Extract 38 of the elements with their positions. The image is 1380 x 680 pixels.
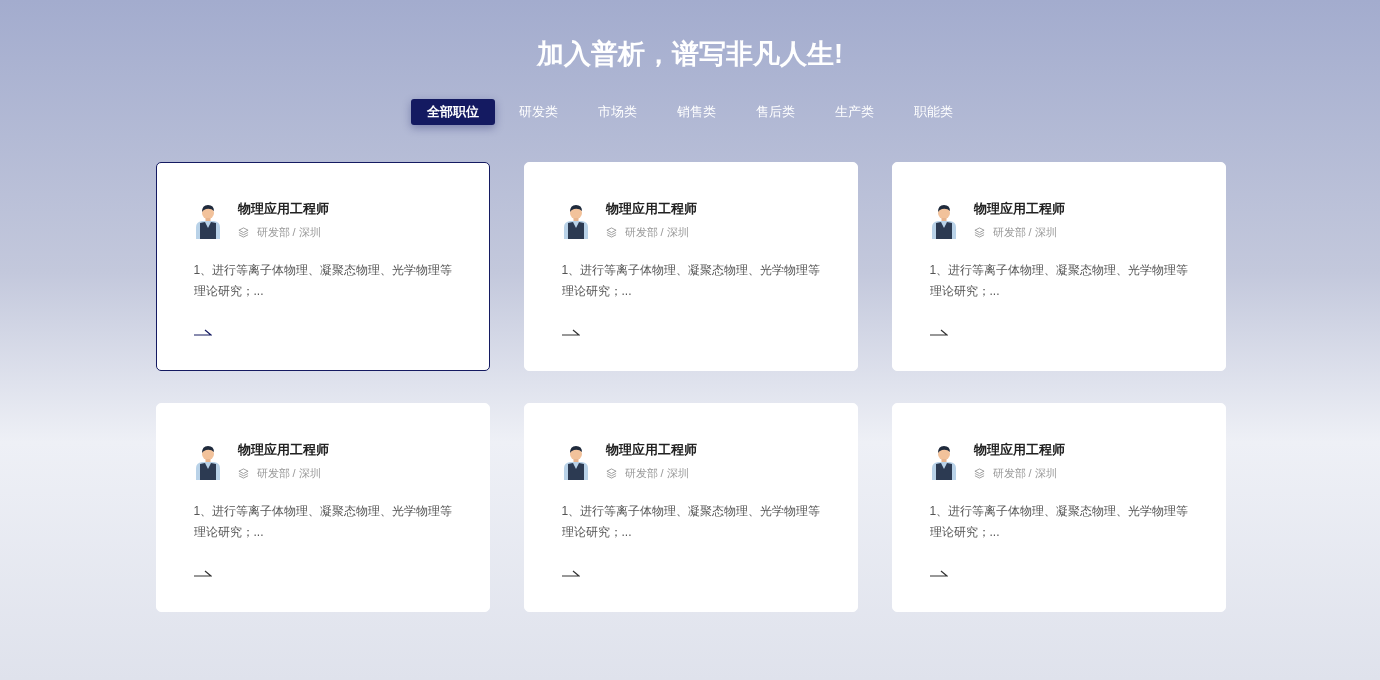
job-description: 1、进行等离子体物理、凝聚态物理、光学物理等理论研究；... bbox=[193, 503, 454, 542]
job-title: 物理应用工程师 bbox=[605, 201, 697, 218]
avatar-icon bbox=[193, 203, 222, 240]
category-tab[interactable]: 全部职位 bbox=[411, 99, 495, 126]
job-description: 1、进行等离子体物理、凝聚态物理、光学物理等理论研究；... bbox=[929, 503, 1190, 542]
avatar-icon bbox=[561, 203, 590, 240]
job-title: 物理应用工程师 bbox=[605, 442, 697, 459]
layers-icon bbox=[973, 226, 985, 238]
job-card[interactable]: 物理应用工程师 研发部 / 深圳 1、进行等离子体物理、凝聚态物理、光学物理等理论研究；... bbox=[155, 162, 490, 372]
job-department: 研发部 / 深圳 bbox=[992, 466, 1057, 481]
layers-icon bbox=[237, 226, 249, 238]
layers-icon bbox=[605, 226, 617, 238]
job-department: 研发部 / 深圳 bbox=[624, 466, 689, 481]
job-card[interactable]: 物理应用工程师 研发部 / 深圳 1、进行等离子体物理、凝聚态物理、光学物理等理论研究；... bbox=[891, 162, 1226, 372]
avatar-icon bbox=[193, 444, 222, 481]
page-heading: 加入普析，谱写非凡人生! bbox=[535, 38, 844, 71]
job-department: 研发部 / 深圳 bbox=[624, 225, 689, 240]
layers-icon bbox=[605, 467, 617, 479]
avatar-icon bbox=[929, 203, 958, 240]
job-card[interactable]: 物理应用工程师 研发部 / 深圳 1、进行等离子体物理、凝聚态物理、光学物理等理论研究；... bbox=[891, 403, 1226, 613]
layers-icon bbox=[973, 467, 985, 479]
job-description: 1、进行等离子体物理、凝聚态物理、光学物理等理论研究；... bbox=[929, 262, 1190, 301]
job-description: 1、进行等离子体物理、凝聚态物理、光学物理等理论研究；... bbox=[193, 262, 454, 301]
job-description: 1、进行等离子体物理、凝聚态物理、光学物理等理论研究；... bbox=[561, 262, 822, 301]
job-title: 物理应用工程师 bbox=[973, 442, 1065, 459]
job-department: 研发部 / 深圳 bbox=[992, 225, 1057, 240]
job-title: 物理应用工程师 bbox=[237, 201, 329, 218]
job-card[interactable]: 物理应用工程师 研发部 / 深圳 1、进行等离子体物理、凝聚态物理、光学物理等理论研究；... bbox=[155, 403, 490, 613]
job-department: 研发部 / 深圳 bbox=[256, 225, 321, 240]
job-department: 研发部 / 深圳 bbox=[256, 466, 321, 481]
job-title: 物理应用工程师 bbox=[973, 201, 1065, 218]
job-card[interactable]: 物理应用工程师 研发部 / 深圳 1、进行等离子体物理、凝聚态物理、光学物理等理论研究；... bbox=[523, 162, 858, 372]
job-card[interactable]: 物理应用工程师 研发部 / 深圳 1、进行等离子体物理、凝聚态物理、光学物理等理论研究；... bbox=[523, 403, 858, 613]
layers-icon bbox=[237, 467, 249, 479]
avatar-icon bbox=[929, 444, 958, 481]
avatar-icon bbox=[561, 444, 590, 481]
job-description: 1、进行等离子体物理、凝聚态物理、光学物理等理论研究；... bbox=[561, 503, 822, 542]
job-title: 物理应用工程师 bbox=[237, 442, 329, 459]
